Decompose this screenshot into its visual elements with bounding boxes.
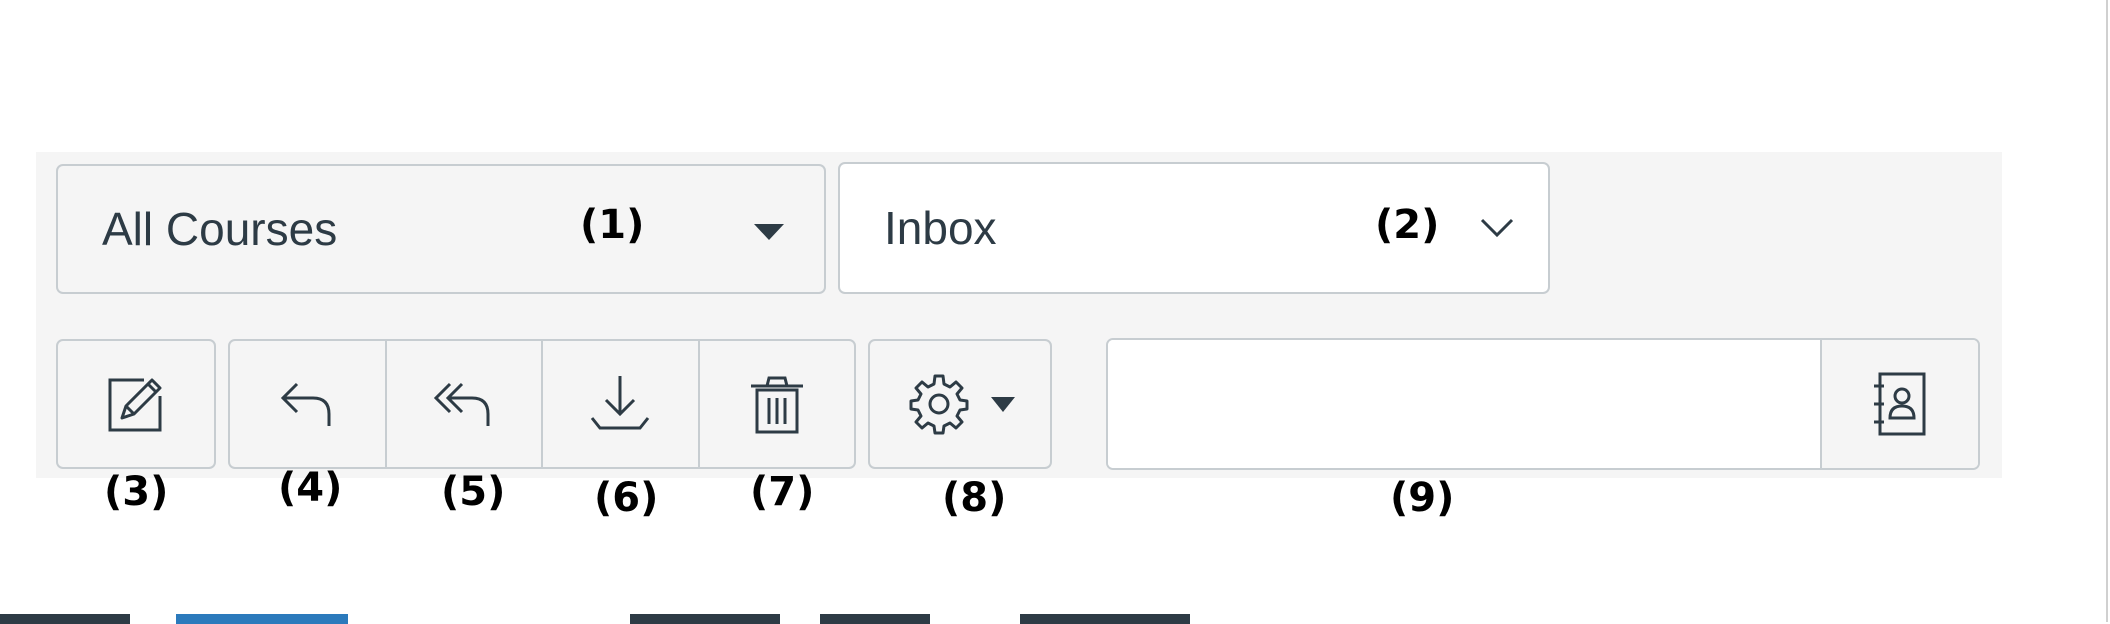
marker-label: (7) bbox=[750, 469, 815, 515]
marker-label: (2) bbox=[1375, 202, 1440, 248]
delete-button[interactable] bbox=[700, 341, 855, 467]
marker-label: (4) bbox=[278, 465, 343, 511]
cut-off-content bbox=[630, 614, 780, 624]
compose-button[interactable] bbox=[56, 339, 216, 469]
page-edge-line bbox=[2106, 0, 2108, 622]
chevron-down-icon bbox=[1480, 218, 1514, 238]
marker-label: (8) bbox=[942, 475, 1007, 521]
marker-label: (1) bbox=[580, 202, 645, 248]
mailbox-filter-select[interactable]: Inbox bbox=[838, 162, 1550, 294]
recipient-search-group bbox=[1106, 338, 1980, 470]
mailbox-filter-value: Inbox bbox=[884, 202, 997, 254]
cut-off-content bbox=[0, 614, 130, 624]
address-book-icon bbox=[1874, 372, 1926, 436]
recipient-search-input[interactable] bbox=[1108, 340, 1820, 468]
caret-down-icon bbox=[754, 224, 784, 240]
reply-icon bbox=[281, 382, 331, 426]
cut-off-content bbox=[1020, 614, 1190, 624]
archive-icon bbox=[591, 376, 650, 430]
trash-icon bbox=[750, 376, 803, 434]
reply-button[interactable] bbox=[230, 341, 387, 467]
archive-button[interactable] bbox=[543, 341, 700, 467]
marker-label: (6) bbox=[594, 475, 659, 521]
reply-all-button[interactable] bbox=[387, 341, 543, 467]
marker-label: (3) bbox=[104, 469, 169, 515]
marker-label: (9) bbox=[1390, 475, 1455, 521]
reply-all-icon bbox=[433, 382, 490, 426]
cut-off-content bbox=[176, 614, 348, 624]
course-filter-select[interactable]: All Courses bbox=[56, 164, 826, 294]
address-book-button[interactable] bbox=[1820, 340, 1978, 468]
message-actions-group bbox=[228, 339, 856, 469]
gear-icon bbox=[909, 374, 969, 435]
settings-menu-button[interactable] bbox=[868, 339, 1052, 469]
course-filter-value: All Courses bbox=[102, 203, 338, 255]
marker-label: (5) bbox=[441, 469, 506, 515]
cut-off-content bbox=[820, 614, 930, 624]
compose-icon bbox=[108, 378, 162, 432]
caret-down-icon bbox=[991, 396, 1015, 412]
